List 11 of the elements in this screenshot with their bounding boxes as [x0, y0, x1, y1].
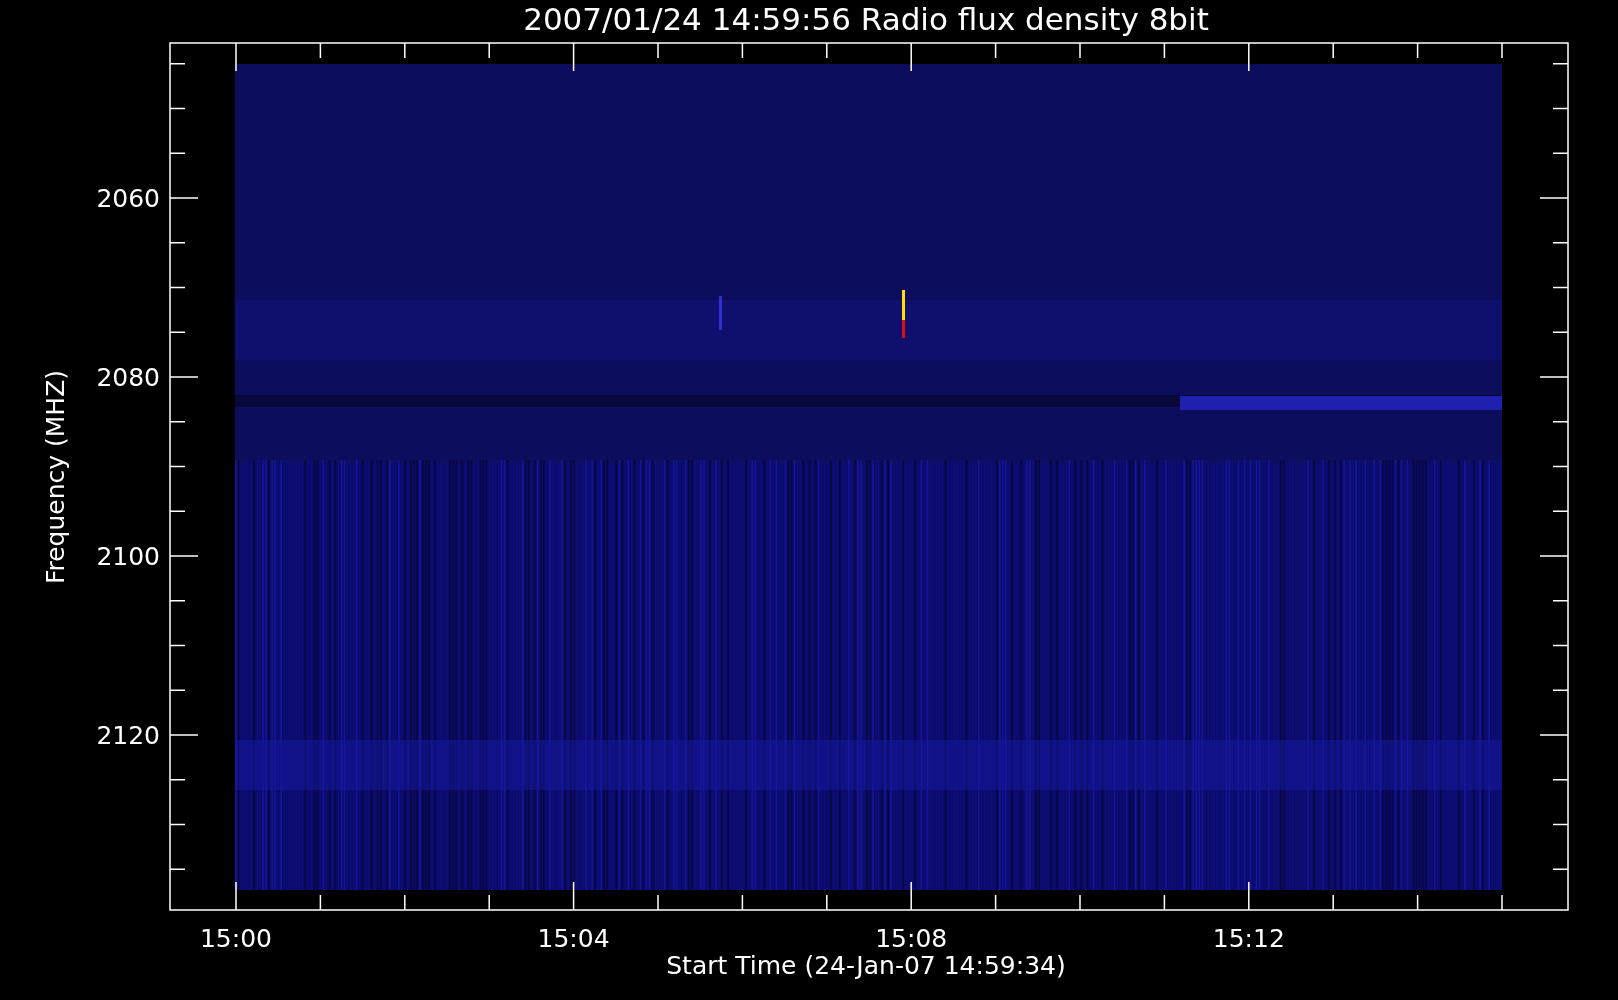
y-tick-label: 2080 — [96, 363, 160, 392]
x-tick-label: 15:12 — [1212, 924, 1285, 953]
y-tick-label: 2120 — [96, 721, 160, 750]
y-axis-label: Frequency (MHZ) — [41, 369, 70, 585]
y-tick-label: 2100 — [96, 542, 160, 571]
x-axis-label: Start Time (24-Jan-07 14:59:34) — [666, 951, 1066, 980]
x-tick-label: 15:00 — [200, 924, 272, 953]
y-tick-label: 2060 — [96, 184, 160, 213]
x-tick-label: 15:04 — [537, 924, 610, 953]
chart-title: 2007/01/24 14:59:56 Radio flux density 8bit — [523, 1, 1209, 37]
x-tick-label: 15:08 — [875, 924, 948, 953]
